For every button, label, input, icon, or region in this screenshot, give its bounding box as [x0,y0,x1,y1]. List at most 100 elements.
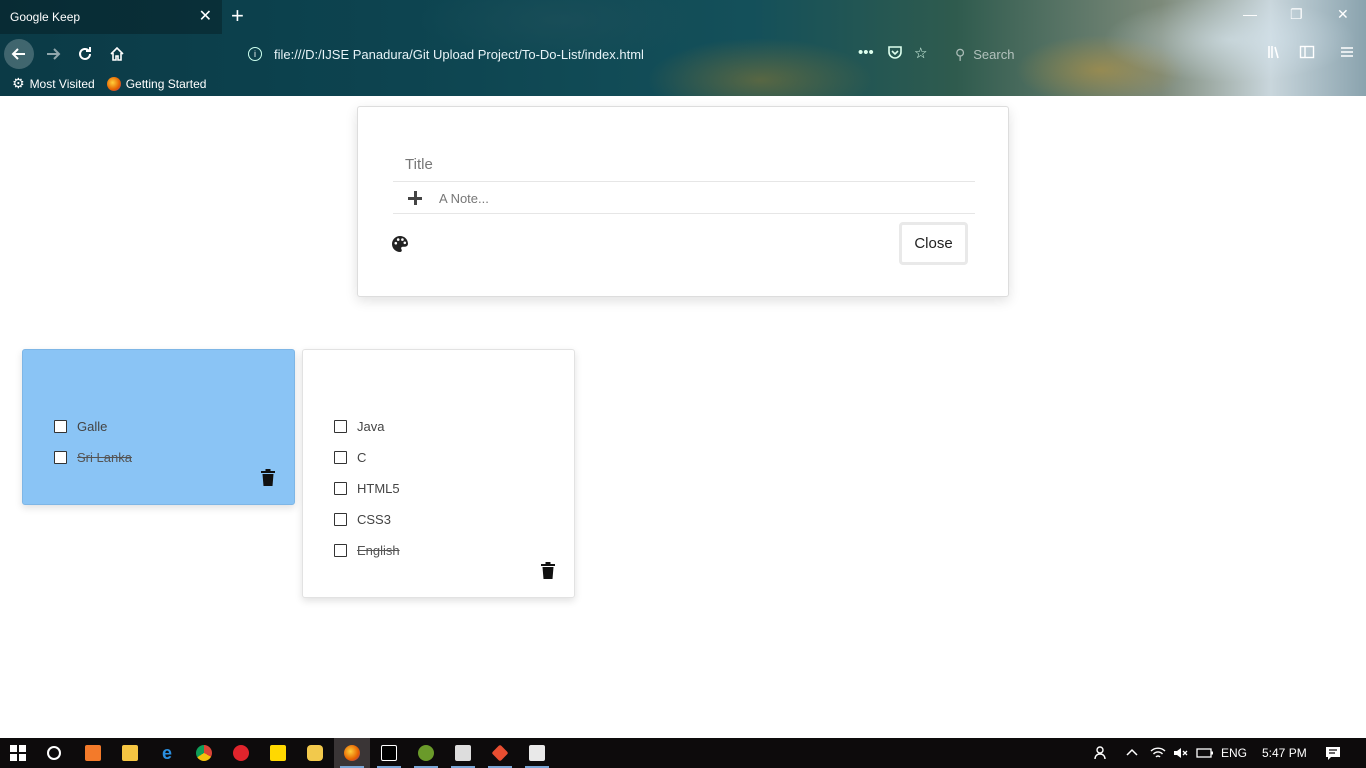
restore-button[interactable]: ❐ [1290,6,1303,23]
gear-icon: ⚙ [12,75,25,91]
taskbar-app-git[interactable] [482,738,518,768]
folder-icon [122,745,138,761]
photos-icon [455,745,471,761]
plus-icon[interactable] [407,190,423,206]
todo-checkbox[interactable] [54,420,67,433]
todo-text: Sri Lanka [77,450,132,465]
list-item: C [334,442,400,473]
window-close-button[interactable]: ✕ [1337,6,1349,23]
arrow-left-icon [11,48,25,60]
heidisql-icon [418,745,434,761]
taskbar-app-explorer[interactable] [112,738,148,768]
todo-checkbox[interactable] [334,513,347,526]
list-item: Sri Lanka [54,442,132,473]
bookmark-label: Getting Started [125,76,207,91]
close-button[interactable]: Close [899,222,968,265]
git-icon [491,744,509,762]
list-item: CSS3 [334,504,400,535]
cortana-icon [47,746,61,760]
java-icon [529,745,545,761]
browser-chrome: Google Keep ✕ + — ❐ ✕ i file:///D:/IJSE … [0,0,1366,96]
todo-text: Galle [77,419,108,434]
people-icon[interactable] [1094,738,1110,768]
cortana-button[interactable] [36,738,72,768]
todo-checkbox[interactable] [54,451,67,464]
search-icon: ⚲ [955,45,966,62]
taskbar: e ENG 5:47 PM [0,738,1366,768]
library-icon[interactable] [1266,44,1282,64]
taskbar-app-firefox[interactable] [334,738,370,768]
taskbar-app-xampp[interactable] [75,738,111,768]
battery-icon[interactable] [1196,738,1214,768]
sidebar-icon[interactable] [1299,44,1315,64]
language-indicator[interactable]: ENG [1221,738,1247,768]
taskbar-app-edge[interactable]: e [149,738,185,768]
taskbar-app-java[interactable] [519,738,555,768]
firefox-icon [344,745,360,761]
volume-muted-icon[interactable] [1172,738,1188,768]
bookmark-label: Most Visited [29,76,95,91]
todo-checkbox[interactable] [334,544,347,557]
title-input[interactable] [393,147,975,182]
taskbar-app-photos[interactable] [445,738,481,768]
trash-icon[interactable] [541,562,555,579]
todo-checkbox[interactable] [334,451,347,464]
taskbar-app-heidisql[interactable] [408,738,444,768]
list-item: Galle [54,411,132,442]
address-bar[interactable]: i file:///D:/IJSE Panadura/Git Upload Pr… [248,42,948,66]
todo-checkbox[interactable] [334,482,347,495]
start-button[interactable] [0,738,36,768]
chrome-icon [196,745,212,761]
new-tab-button[interactable]: + [231,5,244,27]
tray-chevron-up-icon[interactable] [1126,738,1138,768]
firefox-icon [106,76,121,91]
minimize-button[interactable]: — [1243,6,1257,22]
home-icon [110,46,124,61]
note-input[interactable] [439,190,939,206]
opera-icon [233,745,249,761]
back-button[interactable] [4,39,34,69]
windows-icon [10,745,26,761]
note-card[interactable]: Java C HTML5 CSS3 English [302,349,575,598]
note-card[interactable]: Galle Sri Lanka [22,349,295,505]
search-box[interactable]: ⚲ Search [955,42,1065,66]
tab-close-icon[interactable]: ✕ [199,9,212,25]
media-player-icon [307,745,323,761]
todo-list: Galle Sri Lanka [54,411,132,473]
taskbar-app-chrome[interactable] [186,738,222,768]
taskbar-app-opera[interactable] [223,738,259,768]
list-item: Java [334,411,400,442]
browser-tab[interactable]: Google Keep ✕ [0,0,222,34]
reload-icon [79,47,91,60]
wifi-icon[interactable] [1150,738,1166,768]
bookmark-getting-started[interactable]: Getting Started [106,76,207,91]
todo-text: English [357,543,400,558]
bookmark-most-visited[interactable]: ⚙ Most Visited [12,75,95,92]
url-text: file:///D:/IJSE Panadura/Git Upload Proj… [274,46,644,62]
list-item: HTML5 [334,473,400,504]
note-input-row [393,183,975,214]
todo-checkbox[interactable] [334,420,347,433]
taskbar-app-intellij[interactable] [371,738,407,768]
forward-button[interactable] [38,39,68,69]
reload-button[interactable] [70,39,100,69]
home-button[interactable] [102,39,132,69]
todo-text: HTML5 [357,481,400,496]
arrow-right-icon [47,48,61,60]
palette-icon[interactable] [391,235,409,253]
page-actions-icon[interactable]: ••• [858,44,874,61]
menu-icon[interactable] [1339,44,1355,64]
note-editor: Close [357,106,1009,297]
pocket-icon[interactable] [887,44,903,64]
taskbar-app-media[interactable] [297,738,333,768]
todo-text: C [357,450,367,465]
list-item: English [334,535,400,566]
info-icon[interactable]: i [248,47,262,61]
action-center-icon[interactable] [1325,738,1341,768]
clock[interactable]: 5:47 PM [1262,738,1307,768]
trash-icon[interactable] [261,469,275,486]
search-placeholder: Search [973,46,1015,62]
todo-text: Java [357,419,385,434]
bookmark-star-icon[interactable]: ☆ [914,44,927,62]
taskbar-app-sticky-notes[interactable] [260,738,296,768]
